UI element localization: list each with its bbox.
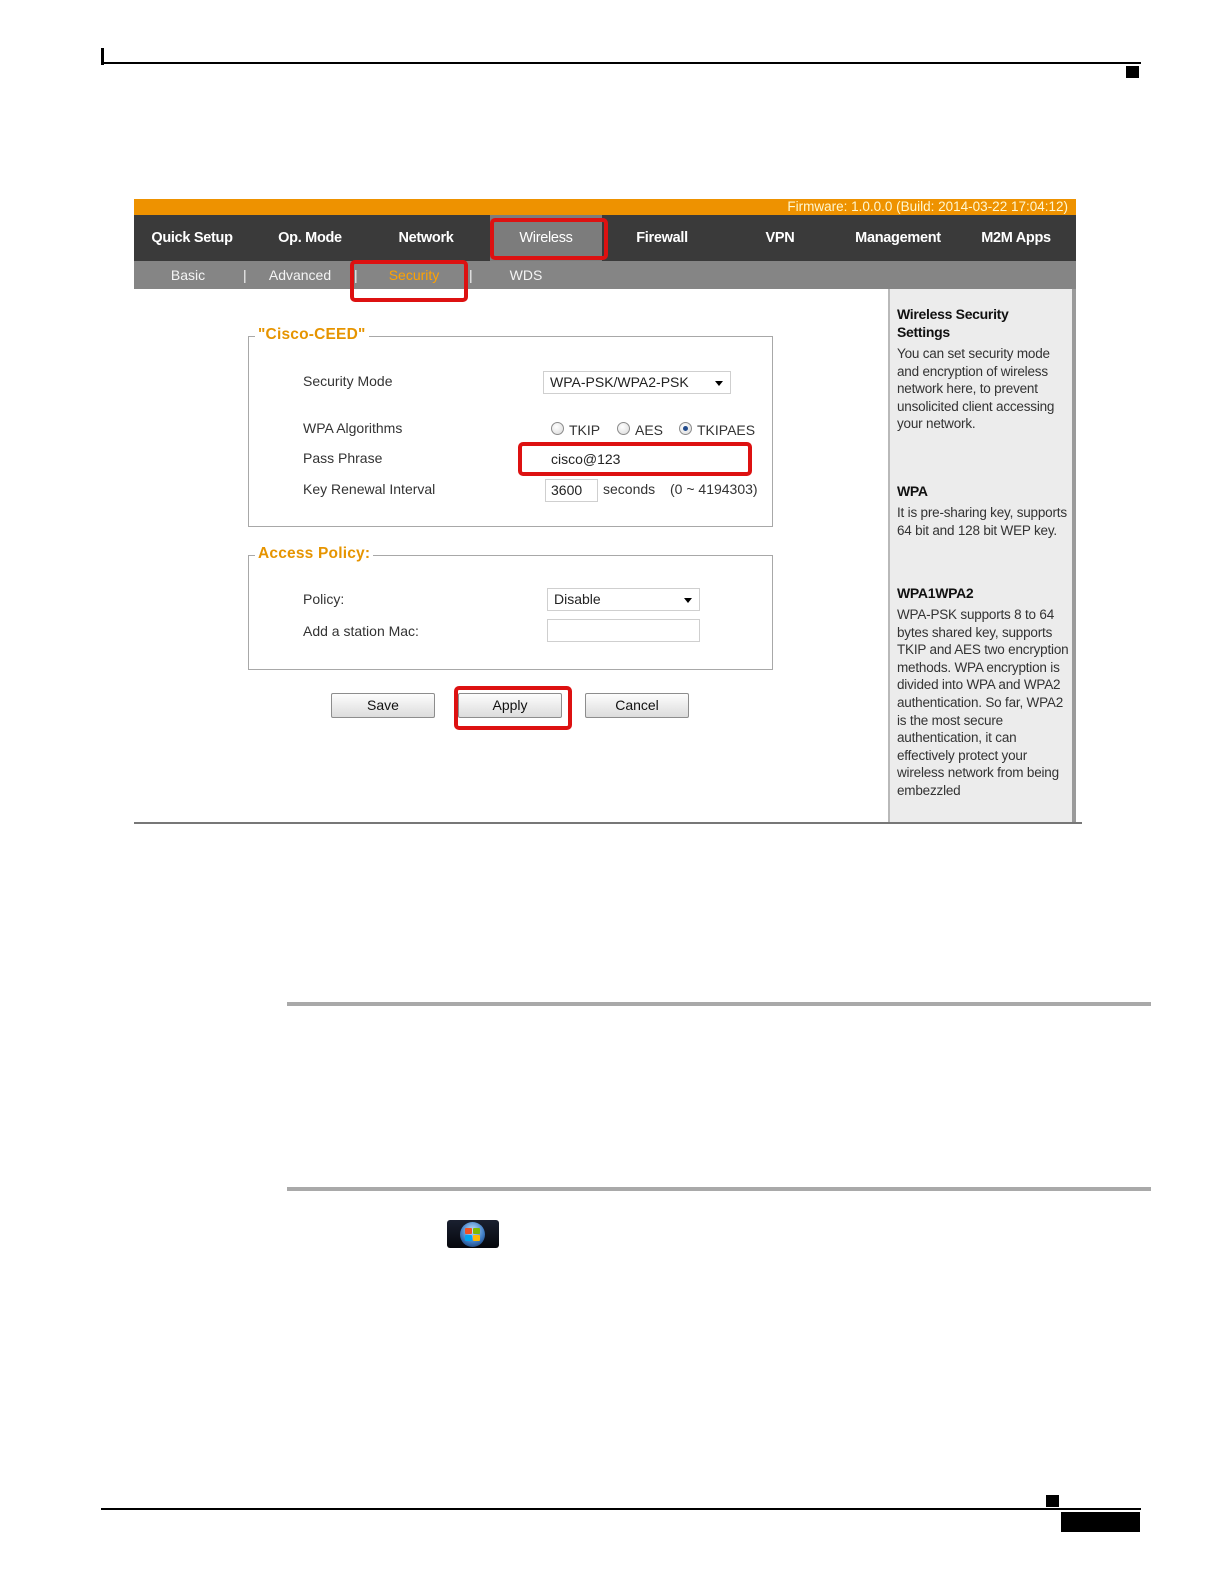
radio-tkip-label: TKIP xyxy=(569,422,601,438)
policy-value: Disable xyxy=(554,591,601,607)
nav-m2m-apps[interactable]: M2M Apps xyxy=(970,215,1062,261)
page-header-rule xyxy=(101,62,1141,64)
subnav-separator: | xyxy=(354,267,358,283)
subnav-separator: | xyxy=(243,267,247,283)
subnav-security[interactable]: Security xyxy=(374,261,454,289)
nav-vpn[interactable]: VPN xyxy=(734,215,826,261)
section-rule xyxy=(287,1187,1151,1191)
station-mac-input[interactable] xyxy=(547,619,700,642)
help-body-wpa1wpa2: WPA-PSK supports 8 to 64 bytes shared ke… xyxy=(897,607,1069,798)
pass-phrase-label: Pass Phrase xyxy=(303,450,383,466)
nav-firewall[interactable]: Firewall xyxy=(610,215,714,261)
radio-tkip[interactable] xyxy=(551,422,564,435)
nav-wireless[interactable]: Wireless xyxy=(490,215,602,261)
sub-nav: Basic | Advanced | Security | WDS xyxy=(134,261,1076,289)
screenshot-bottom-border xyxy=(134,822,1082,824)
key-renewal-input[interactable]: 3600 xyxy=(545,479,598,502)
pass-phrase-input[interactable]: cisco@123 xyxy=(545,448,745,471)
windows-logo-pane xyxy=(465,1235,472,1241)
key-renewal-range: (0 ~ 4194303) xyxy=(670,481,758,497)
radio-tkipaes[interactable] xyxy=(679,422,692,435)
station-mac-label: Add a station Mac: xyxy=(303,623,419,639)
subnav-separator: | xyxy=(469,267,473,283)
help-title-wpa: WPA xyxy=(897,483,928,499)
nav-management[interactable]: Management xyxy=(842,215,954,261)
firmware-version: Firmware: 1.0.0.0 (Build: 2014-03-22 17:… xyxy=(787,199,1068,214)
nav-quick-setup[interactable]: Quick Setup xyxy=(134,215,250,261)
chevron-down-icon xyxy=(684,598,692,603)
section-rule xyxy=(287,1002,1151,1006)
apply-button[interactable]: Apply xyxy=(458,693,562,718)
help-body-wpa: It is pre-sharing key, supports 64 bit a… xyxy=(897,505,1067,538)
chevron-down-icon xyxy=(715,381,723,386)
help-body-security: You can set security mode and encryption… xyxy=(897,346,1055,432)
policy-select[interactable]: Disable xyxy=(547,588,700,611)
main-nav: Quick Setup Op. Mode Network Wireless Fi… xyxy=(134,215,1076,261)
subnav-basic[interactable]: Basic xyxy=(158,261,218,289)
help-panel: Wireless Security Settings You can set s… xyxy=(888,289,1076,824)
firmware-bar: Firmware: 1.0.0.0 (Build: 2014-03-22 17:… xyxy=(134,199,1076,215)
windows-start-icon xyxy=(447,1220,499,1248)
page-footer-marker xyxy=(1046,1495,1059,1507)
page-number-tab xyxy=(1061,1512,1140,1532)
help-title-wpa1wpa2: WPA1WPA2 xyxy=(897,585,974,601)
cancel-button[interactable]: Cancel xyxy=(585,693,689,718)
nav-op-mode[interactable]: Op. Mode xyxy=(260,215,360,261)
security-mode-label: Security Mode xyxy=(303,373,393,389)
page-header-marker xyxy=(1126,66,1139,78)
subnav-wds[interactable]: WDS xyxy=(498,261,554,289)
policy-label: Policy: xyxy=(303,591,345,607)
windows-logo-pane xyxy=(465,1228,472,1234)
access-policy-group: Access Policy: Policy: Disable Add a sta… xyxy=(248,545,773,670)
subnav-advanced[interactable]: Advanced xyxy=(262,261,338,289)
key-renewal-unit: seconds xyxy=(603,481,656,497)
router-admin-screenshot: Firmware: 1.0.0.0 (Build: 2014-03-22 17:… xyxy=(134,199,1082,824)
security-mode-value: WPA-PSK/WPA2-PSK xyxy=(550,374,689,390)
radio-aes-label: AES xyxy=(635,422,664,438)
save-button[interactable]: Save xyxy=(331,693,435,718)
wpa-algorithms-label: WPA Algorithms xyxy=(303,420,403,436)
nav-network[interactable]: Network xyxy=(378,215,474,261)
page-footer-rule xyxy=(101,1508,1141,1510)
radio-aes[interactable] xyxy=(617,422,630,435)
windows-logo-pane xyxy=(473,1228,480,1234)
settings-content: "Cisco-CEED" Security Mode WPA-PSK/WPA2-… xyxy=(134,289,888,824)
key-renewal-label: Key Renewal Interval xyxy=(303,481,436,497)
access-policy-legend: Access Policy: xyxy=(255,545,374,563)
help-title-security: Wireless Security Settings xyxy=(897,306,1009,340)
radio-tkipaes-label: TKIPAES xyxy=(697,422,756,438)
ssid-security-group: "Cisco-CEED" Security Mode WPA-PSK/WPA2-… xyxy=(248,326,773,527)
security-mode-select[interactable]: WPA-PSK/WPA2-PSK xyxy=(543,371,731,394)
ssid-legend: "Cisco-CEED" xyxy=(255,326,369,344)
windows-logo-pane xyxy=(473,1235,480,1241)
